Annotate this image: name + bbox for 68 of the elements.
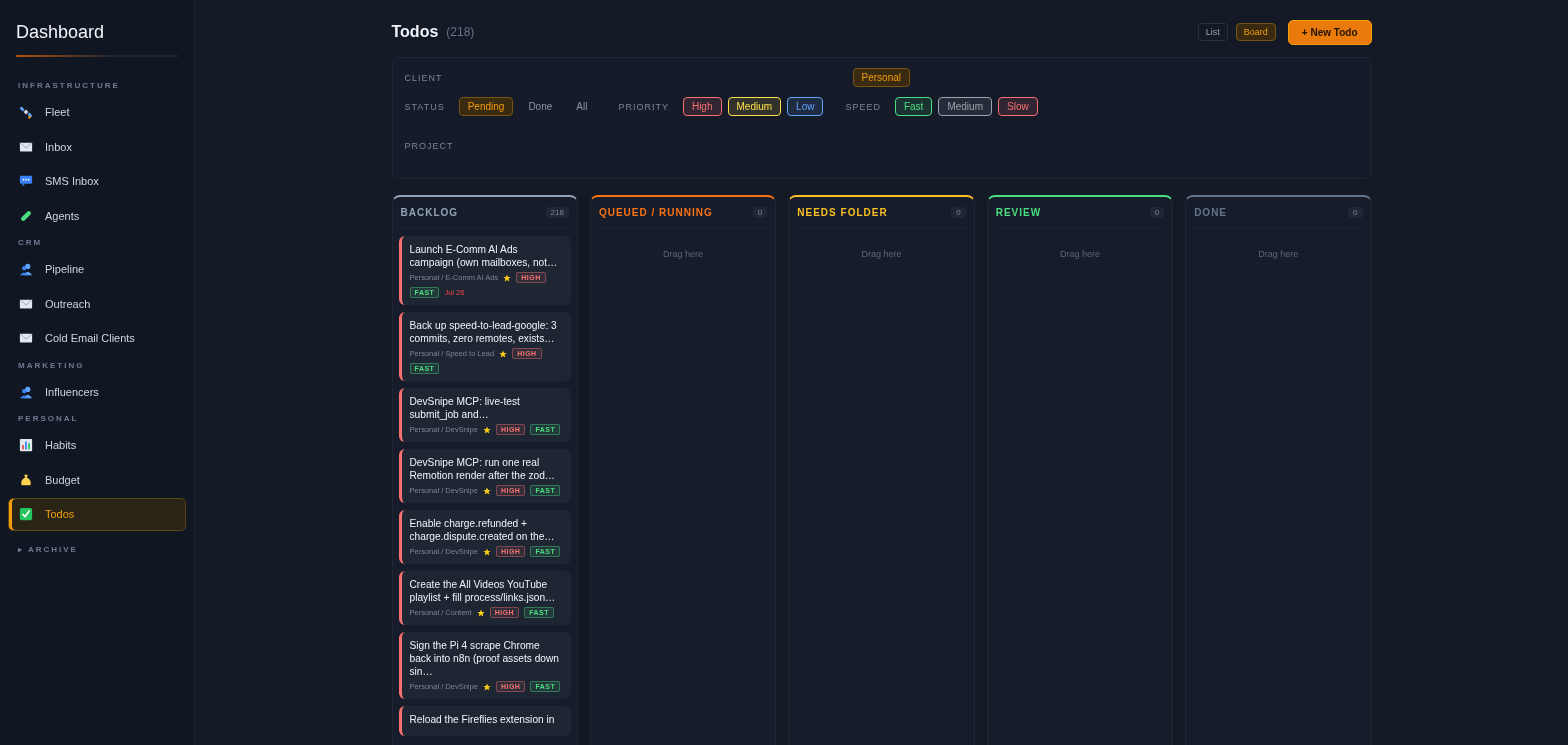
filter-chip[interactable]: Slow [998, 97, 1038, 116]
card-title: Back up speed-to-lead-google: 3 commits, zero remotes, exists… [409, 319, 558, 345]
sidebar-item[interactable]: Cold Email Clients [8, 322, 186, 355]
column-count: 0 [1149, 207, 1165, 218]
view-toggle[interactable]: List [1197, 23, 1228, 41]
sidebar-title: Dashboard [15, 21, 106, 44]
filter-chip[interactable]: High [682, 97, 722, 116]
card-title: Reload the Fireflies extension in [409, 713, 556, 726]
column-count: 0 [1348, 207, 1363, 218]
sidebar-item[interactable]: SMS Inbox [8, 165, 186, 198]
filter-label: SPEED [845, 101, 881, 112]
satellite-icon [19, 105, 33, 120]
column-title: NEEDS FOLDER [797, 207, 888, 218]
sidebar-item[interactable]: Todos [8, 498, 186, 531]
todo-card[interactable]: Reload the Fireflies extension in [398, 706, 571, 736]
column-count: 0 [951, 207, 966, 218]
envelope-icon [19, 296, 33, 311]
column-title: REVIEW [995, 207, 1042, 218]
archive-toggle[interactable]: ▸ ARCHIVE [8, 538, 186, 560]
column-title: DONE [1194, 207, 1228, 218]
card-title: Create the All Videos YouTube playlist + fill process/links.json… [409, 578, 557, 604]
filter-chip[interactable]: Medium [727, 97, 782, 116]
filter-chip[interactable]: Medium [938, 97, 992, 116]
filter-label: PRIORITY [618, 101, 669, 112]
filter-label: STATUS [404, 101, 445, 112]
drop-hint: Drag here [860, 249, 903, 259]
section-label: MARKETING [17, 359, 86, 372]
sidebar-item[interactable]: Influencers [8, 375, 186, 408]
filter-label: CLIENT [404, 72, 443, 83]
section-label: PERSONAL [17, 413, 80, 425]
card-title: Enable charge.refunded + charge.dispute.created on the… [409, 517, 556, 543]
envelope-icon [19, 139, 33, 154]
section-label: CRM [17, 237, 44, 249]
drop-hint: Drag here [1257, 249, 1300, 259]
checkbox-icon [19, 507, 33, 522]
filter-chip[interactable]: Personal [852, 68, 910, 87]
people-icon [19, 384, 33, 399]
view-toggle[interactable]: Board [1235, 23, 1276, 41]
sidebar-item[interactable]: Fleet [8, 96, 186, 129]
column-count: 0 [752, 207, 768, 218]
filter-chip[interactable]: All [567, 97, 597, 116]
sidebar-item[interactable]: Habits [8, 429, 186, 462]
sidebar-item[interactable]: Pipeline [8, 253, 186, 286]
filter-label: PROJECT [404, 140, 454, 151]
people-icon [19, 262, 33, 277]
sidebar-item[interactable]: Outreach [8, 287, 186, 320]
drop-hint: Drag here [1058, 249, 1101, 259]
page-title: Todos [391, 23, 439, 41]
card-title: DevSnipe MCP: live-test submit_job and… [409, 395, 521, 421]
filter-chip[interactable]: Fast [894, 97, 933, 116]
drop-hint: Drag here [662, 249, 705, 259]
card-title: DevSnipe MCP: run one real Remotion render after the zod… [409, 456, 557, 482]
new-todo-button[interactable]: + New Todo [1287, 19, 1372, 45]
todo-count: (218) [446, 25, 475, 39]
bar-chart-icon [19, 438, 33, 453]
section-label: INFRASTRUCTURE [17, 80, 121, 92]
sidebar-item[interactable]: Agents [8, 199, 186, 232]
sidebar-item[interactable]: Inbox [8, 130, 186, 163]
sidebar-item[interactable]: Budget [8, 463, 186, 496]
filter-chip[interactable]: Done [519, 97, 562, 116]
money-bag-icon [19, 472, 33, 487]
column-title: QUEUED / RUNNING [598, 207, 713, 218]
card-title: Sign the Pi 4 scrape Chrome back into n8n (proof assets down sin… [409, 639, 560, 678]
column-count: 218 [545, 207, 569, 218]
card-title: Launch E-Comm AI Ads campaign (own mailboxes, not… [409, 243, 559, 269]
filter-chip[interactable]: Low [787, 97, 824, 116]
filter-chip[interactable]: Pending [458, 97, 514, 116]
column-title: BACKLOG [400, 207, 459, 218]
